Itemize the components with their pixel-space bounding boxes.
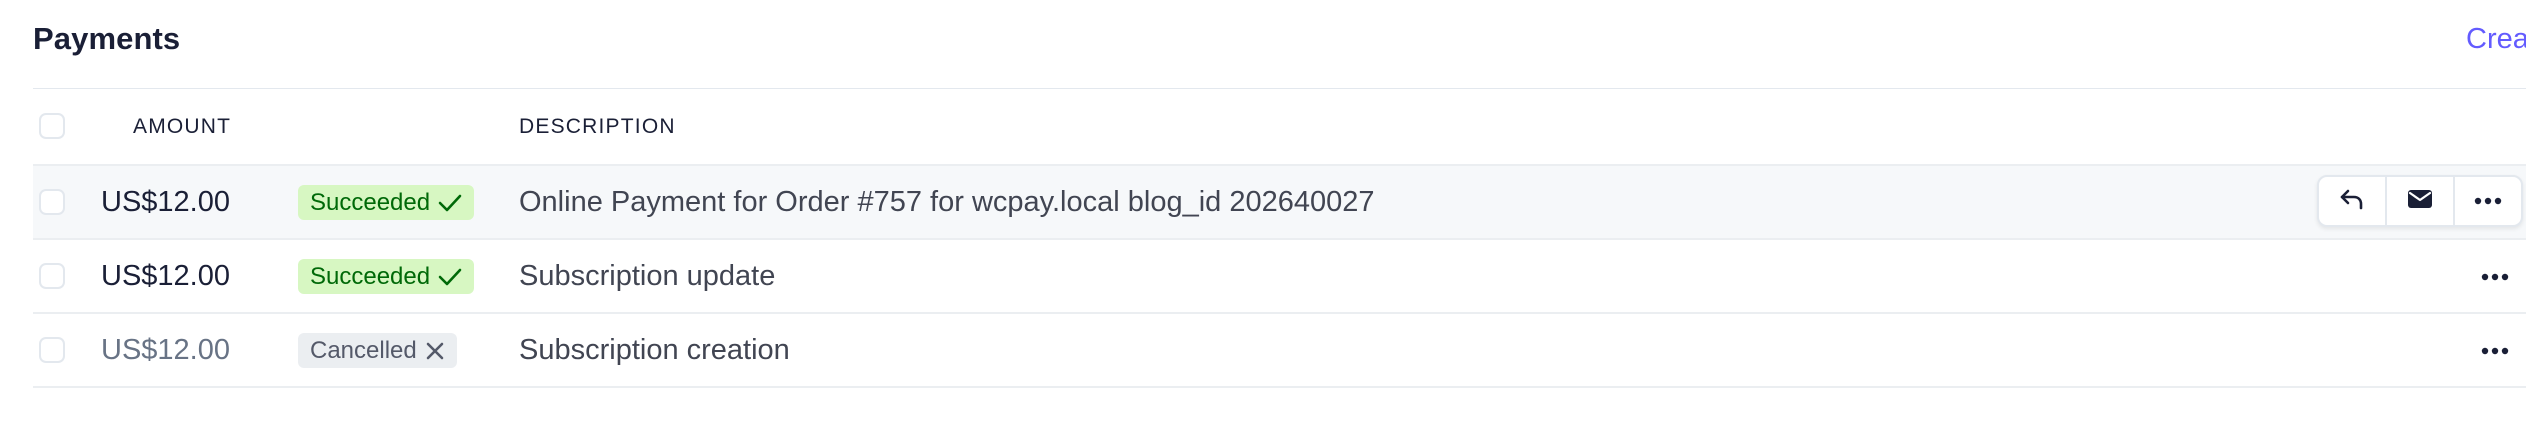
payment-description: Subscription update <box>519 260 776 292</box>
payment-description: Subscription creation <box>519 334 790 366</box>
row-actions <box>2317 175 2523 227</box>
status-badge: Succeeded <box>298 185 475 220</box>
select-all-checkbox[interactable] <box>39 113 65 139</box>
email-icon <box>2407 189 2433 214</box>
table-header: AMOUNT DESCRIPTION <box>33 89 2526 164</box>
refund-button[interactable] <box>2319 177 2385 225</box>
status-label: Cancelled <box>310 336 417 364</box>
more-actions-button[interactable] <box>2467 334 2523 368</box>
description-column-header: DESCRIPTION <box>519 115 676 138</box>
payment-amount: US$12.00 <box>101 186 230 218</box>
payment-description: Online Payment for Order #757 for wcpay.… <box>519 186 1375 218</box>
payments-panel: Payments Create AMOUNT DESCRIPTION US$12… <box>0 0 2526 428</box>
table-row[interactable]: US$12.00 Succeeded Online Payment for Or… <box>33 164 2526 238</box>
payment-amount: US$12.00 <box>101 334 230 366</box>
status-label: Succeeded <box>310 188 431 216</box>
more-icon <box>2481 342 2509 360</box>
more-icon <box>2474 192 2502 210</box>
status-badge: Succeeded <box>298 259 475 294</box>
check-icon <box>438 193 462 213</box>
payment-amount: US$12.00 <box>101 260 230 292</box>
row-checkbox[interactable] <box>39 263 65 289</box>
refund-icon <box>2339 187 2365 216</box>
close-icon <box>425 341 445 361</box>
table-row[interactable]: US$12.00 Succeeded Subscription update <box>33 238 2526 312</box>
more-actions-button[interactable] <box>2467 260 2523 294</box>
more-icon <box>2481 268 2509 286</box>
status-label: Succeeded <box>310 262 431 290</box>
more-actions-button[interactable] <box>2453 177 2521 225</box>
row-checkbox[interactable] <box>39 337 65 363</box>
payments-table: AMOUNT DESCRIPTION US$12.00 Succeeded On… <box>33 89 2526 388</box>
row-checkbox[interactable] <box>39 189 65 215</box>
check-icon <box>438 267 462 287</box>
create-button[interactable]: Create <box>2466 20 2526 58</box>
table-row[interactable]: US$12.00 Cancelled Subscription creation <box>33 312 2526 388</box>
page-header: Payments Create <box>33 0 2526 88</box>
amount-column-header: AMOUNT <box>133 115 232 138</box>
send-receipt-button[interactable] <box>2385 177 2453 225</box>
page-title: Payments <box>33 21 181 56</box>
status-badge: Cancelled <box>298 333 457 368</box>
